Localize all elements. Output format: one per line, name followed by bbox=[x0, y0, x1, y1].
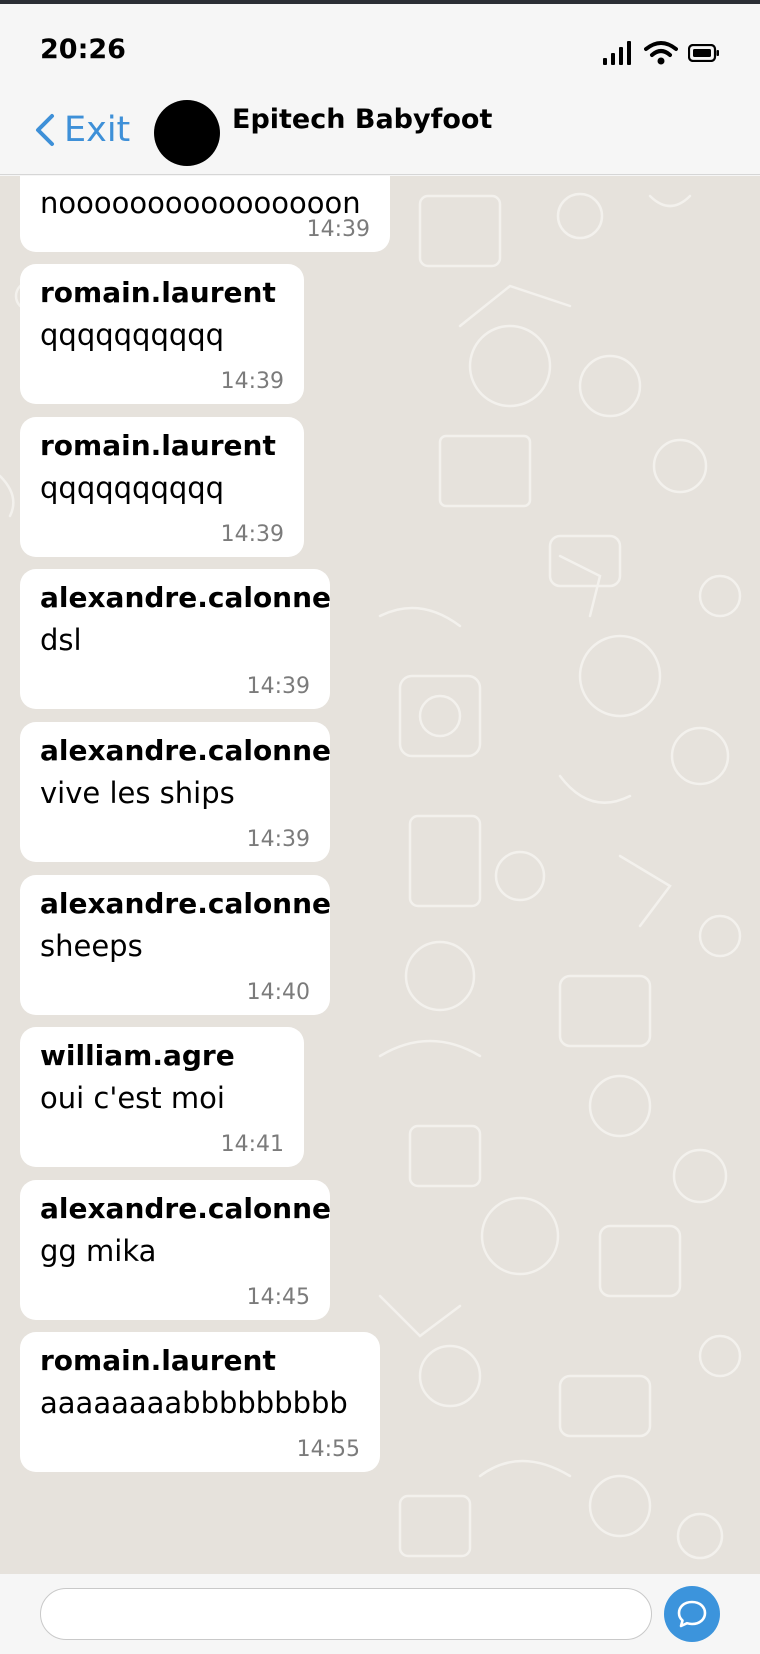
message-list[interactable]: noooooooooooooooon 14:39 romain.laurent … bbox=[0, 176, 760, 1574]
signal-icon bbox=[603, 41, 631, 65]
message-text: qqqqqqqqqq bbox=[40, 471, 225, 505]
message-sender: romain.laurent bbox=[40, 1344, 276, 1377]
message-bubble[interactable]: alexandre.calonne gg mika 14:45 bbox=[20, 1180, 332, 1320]
message-time: 14:39 bbox=[246, 827, 310, 852]
message-bubble[interactable]: william.agre oui c'est moi 14:41 bbox=[20, 1027, 304, 1167]
exit-label: Exit bbox=[64, 110, 131, 150]
status-time: 20:26 bbox=[40, 34, 126, 65]
message-time: 14:45 bbox=[246, 1285, 310, 1310]
message-time: 14:39 bbox=[306, 217, 370, 242]
message-bubble[interactable]: romain.laurent aaaaaaaabbbbbbbbb 14:55 bbox=[20, 1332, 380, 1472]
message-time: 14:39 bbox=[220, 522, 284, 547]
chat-title: Epitech Babyfoot bbox=[232, 104, 493, 135]
message-bubble[interactable]: noooooooooooooooon 14:39 bbox=[20, 176, 390, 252]
chat-bubble-icon bbox=[677, 1600, 707, 1628]
message-text: sheeps bbox=[40, 929, 143, 963]
wifi-icon bbox=[644, 41, 678, 65]
message-bubble[interactable]: romain.laurent qqqqqqqqqq 14:39 bbox=[20, 417, 304, 557]
message-text: dsl bbox=[40, 623, 82, 657]
message-sender: alexandre.calonne bbox=[40, 581, 332, 614]
message-sender: alexandre.calonne bbox=[40, 887, 332, 920]
message-sender: romain.laurent bbox=[40, 429, 276, 462]
composer-bar bbox=[0, 1574, 760, 1654]
group-avatar[interactable] bbox=[154, 100, 220, 166]
exit-button[interactable]: Exit bbox=[30, 110, 130, 150]
message-sender: alexandre.calonne bbox=[40, 734, 332, 767]
status-icons bbox=[602, 40, 720, 66]
message-text: oui c'est moi bbox=[40, 1081, 225, 1115]
message-bubble[interactable]: alexandre.calonne dsl 14:39 bbox=[20, 569, 332, 709]
message-text: gg mika bbox=[40, 1234, 157, 1268]
message-sender: william.agre bbox=[40, 1039, 235, 1072]
chat-header: 20:26 Exit Epitech Babyfoot bbox=[0, 4, 760, 175]
send-button[interactable] bbox=[664, 1586, 720, 1642]
message-text: aaaaaaaabbbbbbbbb bbox=[40, 1386, 348, 1420]
message-time: 14:41 bbox=[220, 1132, 284, 1157]
message-bubble[interactable]: romain.laurent qqqqqqqqqq 14:39 bbox=[20, 264, 304, 404]
message-bubble[interactable]: alexandre.calonne vive les ships 14:39 bbox=[20, 722, 332, 862]
message-time: 14:40 bbox=[246, 980, 310, 1005]
message-time: 14:39 bbox=[246, 674, 310, 699]
chevron-left-icon bbox=[36, 114, 54, 146]
message-sender: romain.laurent bbox=[40, 276, 276, 309]
message-bubble[interactable]: alexandre.calonne sheeps 14:40 bbox=[20, 875, 332, 1015]
message-text: qqqqqqqqqq bbox=[40, 318, 225, 352]
message-time: 14:55 bbox=[296, 1437, 360, 1462]
message-input[interactable] bbox=[40, 1588, 652, 1640]
message-text: vive les ships bbox=[40, 776, 235, 810]
battery-icon bbox=[688, 44, 719, 62]
message-sender: alexandre.calonne bbox=[40, 1192, 332, 1225]
message-time: 14:39 bbox=[220, 369, 284, 394]
